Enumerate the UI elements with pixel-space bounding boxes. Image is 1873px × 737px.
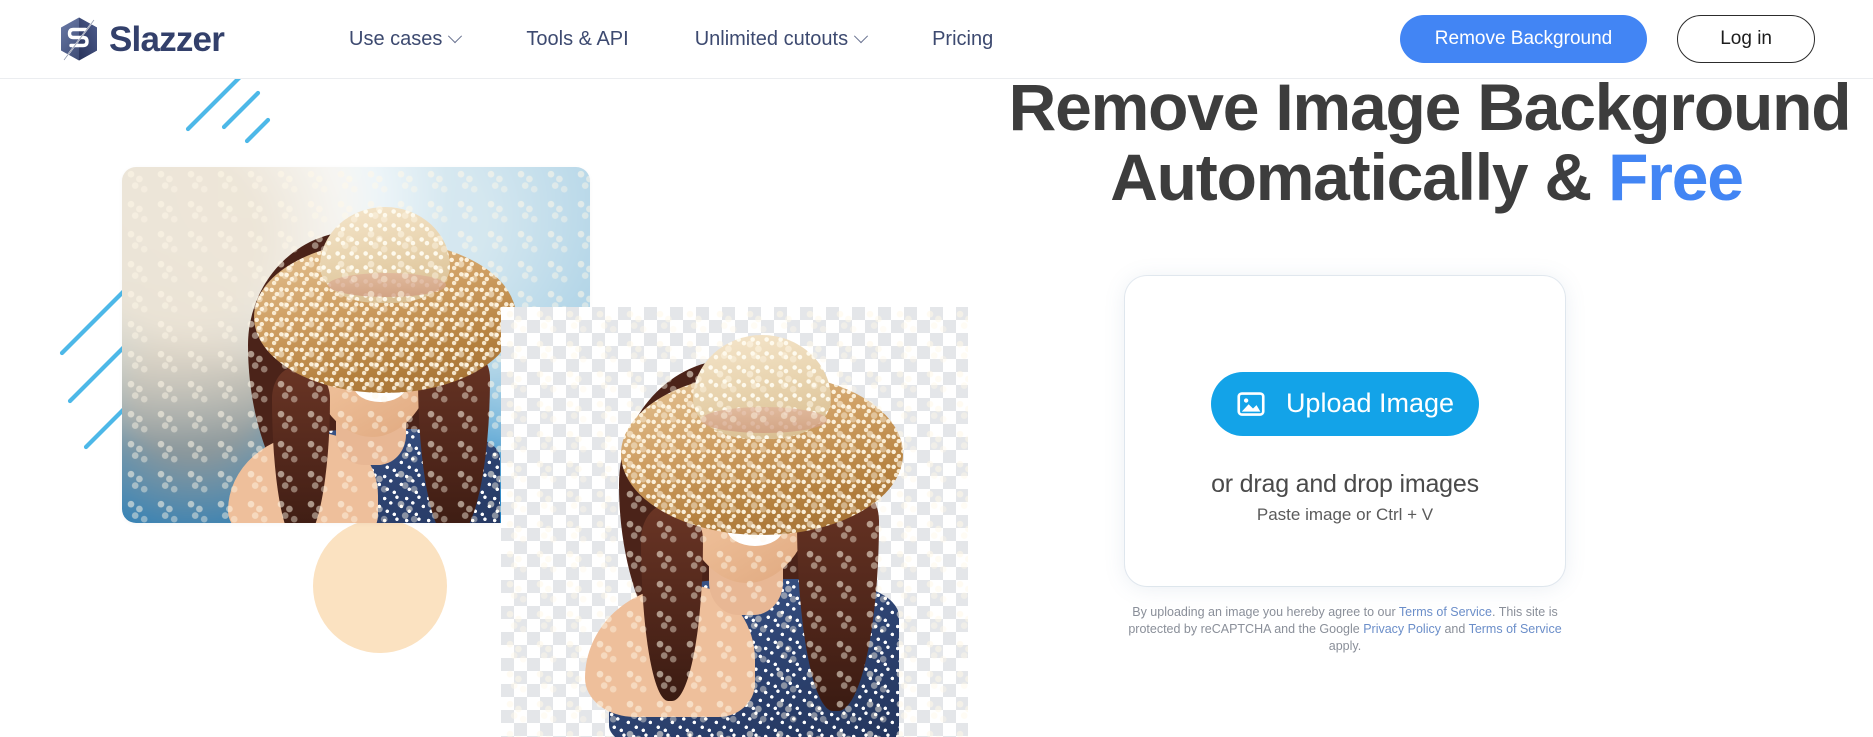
- chevron-down-icon: [854, 29, 869, 44]
- upload-dropzone[interactable]: Upload Image or drag and drop images Pas…: [1125, 276, 1565, 586]
- nav-item-unlimited-cutouts[interactable]: Unlimited cutouts: [662, 28, 899, 51]
- nav-item-label: Use cases: [349, 27, 443, 50]
- chevron-down-icon: [448, 29, 463, 44]
- woman-figure-after: [501, 307, 968, 737]
- nav-item-label: Tools & API: [526, 27, 629, 50]
- headline-line-1: Remove Image Background: [1008, 70, 1852, 144]
- page-title: Remove Image Background Automatically & …: [980, 70, 1873, 214]
- brand-logo[interactable]: Slazzer: [58, 16, 225, 62]
- main-navigation: Use cases Tools & API Unlimited cutouts …: [316, 28, 1026, 51]
- nav-item-pricing[interactable]: Pricing: [899, 28, 1026, 51]
- terms-of-service-link-1[interactable]: Terms of Service: [1399, 605, 1492, 619]
- upload-image-button-label: Upload Image: [1285, 388, 1455, 418]
- after-photo-transparent: [501, 307, 968, 737]
- upload-image-button[interactable]: Upload Image: [1211, 371, 1479, 436]
- headline-line-2: Automatically & Free: [986, 139, 1867, 214]
- remove-background-button[interactable]: Remove Background: [1399, 15, 1648, 63]
- legal-text-3: and: [1440, 621, 1469, 636]
- nav-item-label: Unlimited cutouts: [694, 27, 849, 50]
- hero-illustration: [0, 79, 980, 737]
- brand-name: Slazzer: [109, 19, 225, 59]
- headline-accent-free: Free: [1608, 139, 1744, 214]
- paste-hint-text: Paste image or Ctrl + V: [1256, 504, 1434, 524]
- image-icon: [1237, 391, 1265, 416]
- headline-line-2-prefix: Automatically &: [1110, 139, 1609, 214]
- legal-disclaimer: By uploading an image you hereby agree t…: [1125, 604, 1565, 655]
- login-button[interactable]: Log in: [1677, 15, 1815, 63]
- decorative-diagonal-lines-top: [185, 79, 271, 144]
- legal-text-4: apply.: [1328, 638, 1362, 653]
- legal-text-1: By uploading an image you hereby agree t…: [1132, 605, 1399, 619]
- privacy-policy-link[interactable]: Privacy Policy: [1363, 622, 1441, 636]
- site-header: Slazzer Use cases Tools & API Unlimited …: [0, 0, 1873, 79]
- peach-circle-decoration: [313, 519, 447, 653]
- nav-item-label: Pricing: [932, 27, 994, 50]
- terms-of-service-link-2[interactable]: Terms of Service: [1469, 622, 1562, 636]
- nav-item-tools-api[interactable]: Tools & API: [493, 28, 661, 51]
- header-actions: Remove Background Log in: [1399, 15, 1815, 63]
- drag-drop-text: or drag and drop images: [1211, 469, 1479, 498]
- slazzer-hexagon-logo-icon: [58, 16, 100, 62]
- hero-content: Remove Image Background Automatically & …: [980, 72, 1873, 737]
- nav-item-use-cases[interactable]: Use cases: [316, 28, 493, 51]
